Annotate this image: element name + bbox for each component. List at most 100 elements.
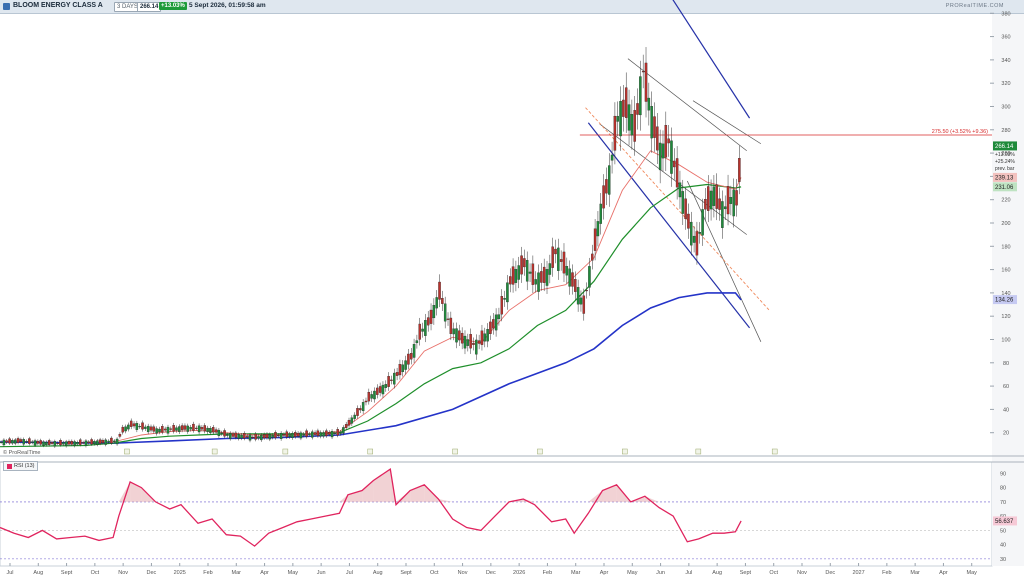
last-price-box-bg (993, 141, 1017, 151)
candle-body (203, 425, 207, 432)
wma169-price-box: 134.26 (995, 298, 1014, 304)
rsi-legend: RSI (13) (3, 461, 39, 471)
price-panel-bg (0, 14, 992, 456)
candle-body (240, 434, 243, 439)
candle-body (274, 432, 277, 438)
candle-body (449, 317, 453, 334)
x-tick-label: Nov (118, 570, 128, 576)
candle-body (463, 335, 467, 349)
legend-rsi[interactable]: RSI (13) (3, 461, 39, 471)
candle-body (279, 432, 283, 439)
instrument-name[interactable]: BLOOM ENERGY CLASS A (13, 2, 103, 9)
candle-body (50, 442, 54, 444)
candle-body (344, 424, 348, 428)
candle-body (367, 391, 371, 402)
rsi-overbought-fill (644, 496, 660, 502)
y-tick-label: 20 (1003, 431, 1009, 437)
candle-body (195, 427, 198, 429)
candle-body (500, 296, 504, 315)
rsi-tick-label: 50 (1000, 528, 1006, 534)
candle-body (452, 328, 455, 335)
candle-body (633, 110, 636, 142)
panel-tag[interactable]: ETH (3, 16, 22, 26)
candle-body (557, 247, 560, 271)
candle-body (223, 430, 226, 437)
candle-body (376, 387, 379, 395)
x-tick-label: Apr (260, 570, 269, 576)
rsi-tick-label: 80 (1000, 486, 1006, 492)
dotted-trendline (585, 107, 770, 311)
top-bar: BLOOM ENERGY CLASS A 3 DAYS 266.14 +13.0… (0, 0, 1024, 14)
candle-body (607, 165, 611, 195)
candle-body (180, 425, 184, 431)
candle-body (398, 364, 402, 376)
candle-body (73, 441, 76, 446)
candle-body (327, 432, 331, 435)
candle-body (302, 433, 306, 436)
rsi-overbought-fill (424, 484, 439, 502)
candle-body (469, 334, 472, 349)
candle-body (45, 441, 48, 446)
x-tick-label: Jul (6, 570, 13, 576)
candle-body (158, 428, 161, 433)
rsi-value-box: 56.637 (995, 519, 1014, 525)
legend-wma33[interactable]: WMA (33) (55, 16, 95, 26)
candle-body (554, 248, 557, 255)
legend-wma88[interactable]: WMA (88) (97, 16, 138, 26)
candle-body (364, 400, 368, 403)
candle-body (93, 441, 96, 445)
candle-body (175, 427, 178, 431)
rsi-overbought-fill (630, 496, 645, 502)
candle-body (33, 440, 37, 446)
candle-body (36, 440, 40, 444)
x-tick-label: Oct (769, 570, 778, 576)
candle-body (667, 138, 670, 144)
x-tick-label: Feb (882, 570, 891, 576)
wma88-price-box-bg (993, 182, 1017, 192)
y-tick-label: 220 (1001, 198, 1010, 204)
legend-price[interactable]: Price (25, 16, 53, 26)
rsi-overbought-fill (438, 499, 453, 502)
candle-body (729, 197, 733, 204)
candle-body (650, 106, 653, 139)
x-tick-label: Dec (147, 570, 157, 576)
x-tick-label: May (288, 570, 299, 576)
candle-body (395, 372, 399, 376)
candle-body (13, 439, 17, 444)
candle-body (172, 425, 175, 432)
candle-body (129, 420, 133, 427)
x-tick-label: Jul (346, 570, 353, 576)
candle-body (441, 298, 444, 304)
candle-body (169, 428, 173, 430)
candle-body (726, 185, 730, 215)
watermark-exchange: NYSE ETH (6, 59, 62, 71)
last-price-box: 266.14 (995, 144, 1014, 150)
candle-body (559, 259, 563, 262)
price-badge: 266.14 (137, 2, 162, 12)
candle-body (647, 97, 651, 111)
candle-body (353, 414, 356, 419)
price-chart[interactable]: 275.50 (+3.52% +9.36) 204060801001201401… (0, 0, 1024, 576)
x-tick-label: Aug (712, 570, 722, 576)
candle-body (265, 433, 269, 438)
x-tick-label: 2027 (852, 570, 864, 576)
candle-body (322, 432, 325, 437)
x-tick-label: Jul (685, 570, 692, 576)
candle-body (492, 319, 495, 329)
window-icon[interactable] (3, 3, 10, 10)
candle-body (591, 253, 594, 261)
x-tick-label: Dec (486, 570, 496, 576)
trend-channel-line (672, 0, 751, 119)
wma33-price-box-bg (993, 172, 1017, 182)
x-tick-label: Jun (317, 570, 326, 576)
y-tick-label: 160 (1001, 268, 1010, 274)
copyright-text: © ProRealTime (3, 449, 40, 456)
candle-body (458, 330, 461, 341)
earnings-marker-icon (771, 448, 778, 455)
candle-body (576, 287, 580, 305)
candle-body (291, 433, 294, 438)
candle-body (390, 379, 393, 381)
candle-body (424, 320, 427, 336)
legend-wma169[interactable]: WMA (169) (140, 16, 183, 26)
candle-body (585, 290, 588, 292)
